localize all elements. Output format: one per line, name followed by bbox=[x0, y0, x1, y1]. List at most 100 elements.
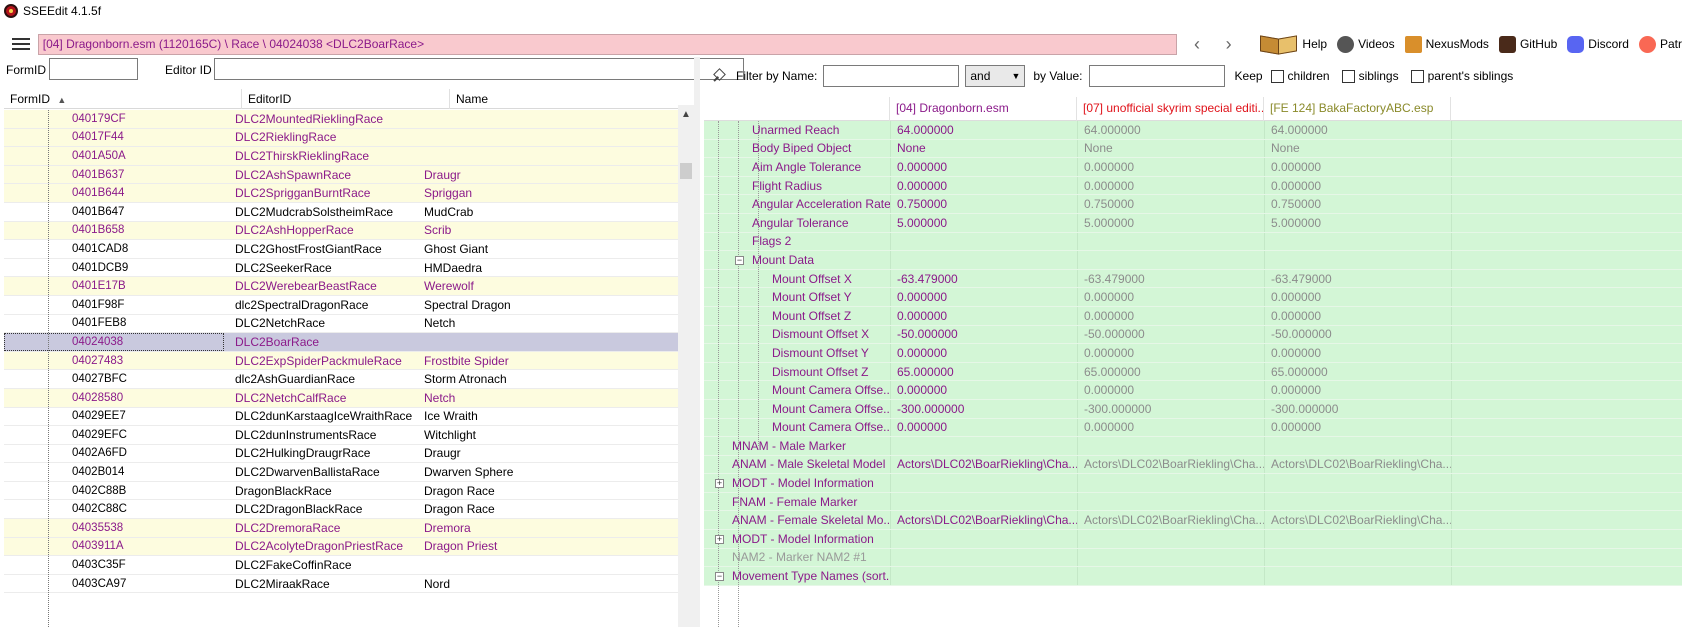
table-row[interactable]: 0403C35F DLC2FakeCoffinRace bbox=[4, 556, 678, 575]
back-arrow-button[interactable]: ‹ bbox=[1183, 33, 1211, 55]
field-value-cell[interactable]: None bbox=[1264, 139, 1451, 158]
field-value-cell[interactable]: 5.000000 bbox=[890, 213, 1077, 232]
operator-select[interactable]: and ▼ bbox=[965, 65, 1026, 87]
table-row[interactable]: 0402B014 DLC2DwarvenBallistaRace Dwarven S… bbox=[4, 463, 678, 482]
table-row[interactable]: 04029EFC DLC2dunInstrumentsRace Witchlight bbox=[4, 426, 678, 445]
record-field-row[interactable]: + MODT - Model Information bbox=[704, 530, 1682, 549]
record-field-row[interactable]: Aim Angle Tolerance 0.000000 0.000000 0.000… bbox=[704, 158, 1682, 177]
field-value-cell[interactable]: -300.000000 bbox=[890, 399, 1077, 418]
siblings-checkbox[interactable] bbox=[1341, 69, 1355, 83]
field-value-cell[interactable]: 0.750000 bbox=[1077, 195, 1264, 213]
field-value-cell[interactable]: 64.000000 bbox=[1077, 121, 1264, 139]
field-value-cell[interactable] bbox=[1077, 437, 1264, 455]
table-row[interactable]: 0401A50A DLC2ThirskRieklingRace bbox=[4, 147, 678, 166]
editorid-filter-input[interactable] bbox=[214, 58, 744, 80]
field-value-cell[interactable]: 5.000000 bbox=[1264, 213, 1451, 232]
field-value-cell[interactable] bbox=[1264, 567, 1451, 585]
field-value-cell[interactable] bbox=[1264, 251, 1451, 269]
field-value-cell[interactable]: 0.000000 bbox=[890, 306, 1077, 325]
field-value-cell[interactable] bbox=[1264, 530, 1451, 548]
column-header-name[interactable]: Name bbox=[450, 89, 694, 109]
record-field-row[interactable]: Flags 2 bbox=[704, 232, 1682, 252]
column-header-editorid[interactable]: EditorID bbox=[242, 89, 450, 109]
field-value-cell[interactable]: 0.750000 bbox=[890, 195, 1077, 213]
record-field-row[interactable]: − Mount Data bbox=[704, 251, 1682, 270]
record-field-row[interactable]: Mount Offset Z 0.000000 0.000000 0.000000 bbox=[704, 306, 1682, 326]
table-row[interactable]: 04017F44 DLC2RieklingRace bbox=[4, 128, 678, 148]
record-field-row[interactable]: Mount Camera Offse... 0.000000 0.000000 0.0… bbox=[704, 418, 1682, 438]
field-value-cell[interactable]: 0.000000 bbox=[1077, 306, 1264, 325]
formid-filter-input[interactable] bbox=[49, 58, 138, 80]
record-field-row[interactable]: + MODT - Model Information bbox=[704, 474, 1682, 493]
field-value-cell[interactable] bbox=[1264, 437, 1451, 455]
table-row[interactable]: 0401FEB8 DLC2NetchRace Netch bbox=[4, 315, 678, 334]
field-value-cell[interactable] bbox=[1264, 474, 1451, 492]
table-row[interactable]: 0401B637 DLC2AshSpawnRace Draugr bbox=[4, 165, 678, 185]
record-field-row[interactable]: − Movement Type Names (sort... bbox=[704, 567, 1682, 586]
field-value-cell[interactable]: 64.000000 bbox=[1264, 121, 1451, 139]
record-list-scrollbar[interactable]: ▲ bbox=[678, 105, 694, 627]
field-value-cell[interactable]: 0.000000 bbox=[1264, 418, 1451, 437]
field-value-cell[interactable]: Actors\DLC02\BoarRiekling\Cha... bbox=[1077, 455, 1264, 474]
pin-icon[interactable] bbox=[712, 69, 726, 83]
table-row[interactable]: 04035538 DLC2DremoraRace Dremora bbox=[4, 519, 678, 538]
field-value-cell[interactable]: 0.000000 bbox=[890, 344, 1077, 362]
record-field-row[interactable]: Unarmed Reach 64.000000 64.000000 64.000000 bbox=[704, 121, 1682, 140]
table-row[interactable]: 0402C88B DragonBlackRace Dragon Race bbox=[4, 482, 678, 501]
table-row[interactable]: 0401F98F dlc2SpectralDragonRace Spectral D… bbox=[4, 296, 678, 315]
help-link[interactable]: Help bbox=[1258, 34, 1327, 54]
field-value-cell[interactable]: -63.479000 bbox=[890, 269, 1077, 288]
field-value-cell[interactable]: 0.000000 bbox=[890, 418, 1077, 437]
field-value-cell[interactable]: 0.000000 bbox=[890, 176, 1077, 195]
expand-icon[interactable]: + bbox=[715, 479, 724, 489]
field-value-cell[interactable]: Actors\DLC02\BoarRiekling\Cha... bbox=[1264, 511, 1451, 530]
field-value-cell[interactable] bbox=[1077, 548, 1264, 567]
field-value-cell[interactable]: 65.000000 bbox=[1077, 362, 1264, 381]
field-value-cell[interactable]: Actors\DLC02\BoarRiekling\Cha... bbox=[1077, 511, 1264, 530]
field-value-cell[interactable]: -300.000000 bbox=[1264, 399, 1451, 418]
record-field-row[interactable]: Dismount Offset X -50.000000 -50.000000 -50… bbox=[704, 325, 1682, 345]
table-row[interactable]: 0401B644 DLC2SprigganBurntRace Spriggan bbox=[4, 184, 678, 203]
table-row[interactable]: 0401B658 DLC2AshHopperRace Scrib bbox=[4, 221, 678, 241]
filter-by-value-input[interactable] bbox=[1088, 65, 1225, 87]
table-row[interactable]: 0401B647 DLC2MudcrabSolstheimRace MudCrab bbox=[4, 203, 678, 222]
record-field-row[interactable]: Flight Radius 0.000000 0.000000 0.000000 bbox=[704, 176, 1682, 196]
filter-by-name-input[interactable] bbox=[823, 65, 960, 87]
field-value-cell[interactable]: 0.000000 bbox=[1264, 288, 1451, 306]
field-value-cell[interactable] bbox=[890, 548, 1077, 567]
table-row[interactable]: 04027483 DLC2ExpSpiderPackmuleRace Frostbi… bbox=[4, 351, 678, 371]
field-value-cell[interactable]: 0.000000 bbox=[1264, 381, 1451, 399]
table-row[interactable]: 04028580 DLC2NetchCalfRace Netch bbox=[4, 388, 678, 408]
videos-link[interactable]: Videos bbox=[1337, 35, 1395, 53]
field-value-cell[interactable]: -50.000000 bbox=[1077, 325, 1264, 344]
field-value-cell[interactable] bbox=[1077, 530, 1264, 548]
field-value-cell[interactable]: 0.000000 bbox=[1077, 288, 1264, 306]
field-value-cell[interactable]: 0.000000 bbox=[1077, 344, 1264, 362]
scrollbar-thumb[interactable] bbox=[680, 163, 692, 179]
field-value-cell[interactable]: 0.000000 bbox=[1077, 176, 1264, 195]
field-value-cell[interactable] bbox=[890, 530, 1077, 548]
field-value-cell[interactable] bbox=[890, 251, 1077, 269]
table-row[interactable]: 0401E17B DLC2WerebearBeastRace Werewolf bbox=[4, 277, 678, 296]
field-value-cell[interactable] bbox=[1077, 492, 1264, 511]
table-row[interactable]: 04027BFC dlc2AshGuardianRace Storm Atronac… bbox=[4, 370, 678, 389]
field-value-cell[interactable]: 0.000000 bbox=[1264, 306, 1451, 325]
table-row[interactable]: 0402A6FD DLC2HulkingDraugrRace Draugr bbox=[4, 445, 678, 464]
field-value-cell[interactable]: 0.750000 bbox=[1264, 195, 1451, 213]
field-value-cell[interactable] bbox=[890, 567, 1077, 585]
record-field-row[interactable]: FNAM - Female Marker bbox=[704, 492, 1682, 512]
patreon-link[interactable]: Patr bbox=[1638, 35, 1682, 53]
table-row[interactable]: 040179CF DLC2MountedRieklingRace bbox=[4, 110, 678, 129]
record-field-row[interactable]: Mount Camera Offse... -300.000000 -300.000… bbox=[704, 399, 1682, 419]
field-value-cell[interactable] bbox=[890, 232, 1077, 251]
field-value-cell[interactable]: -63.479000 bbox=[1077, 269, 1264, 288]
field-value-cell[interactable]: 0.000000 bbox=[890, 158, 1077, 176]
record-field-row[interactable]: Mount Camera Offse... 0.000000 0.000000 0.0… bbox=[704, 381, 1682, 400]
field-value-cell[interactable] bbox=[890, 437, 1077, 455]
record-field-row[interactable]: Mount Offset X -63.479000 -63.479000 -63.47… bbox=[704, 269, 1682, 289]
table-row[interactable]: 0401CAD8 DLC2GhostFrostGiantRace Ghost Gia… bbox=[4, 240, 678, 259]
plugin-column-header[interactable]: [04] Dragonborn.esm bbox=[890, 97, 1077, 121]
expand-icon[interactable]: + bbox=[715, 535, 724, 545]
field-value-cell[interactable]: 0.000000 bbox=[890, 381, 1077, 399]
field-value-cell[interactable]: None bbox=[890, 139, 1077, 158]
